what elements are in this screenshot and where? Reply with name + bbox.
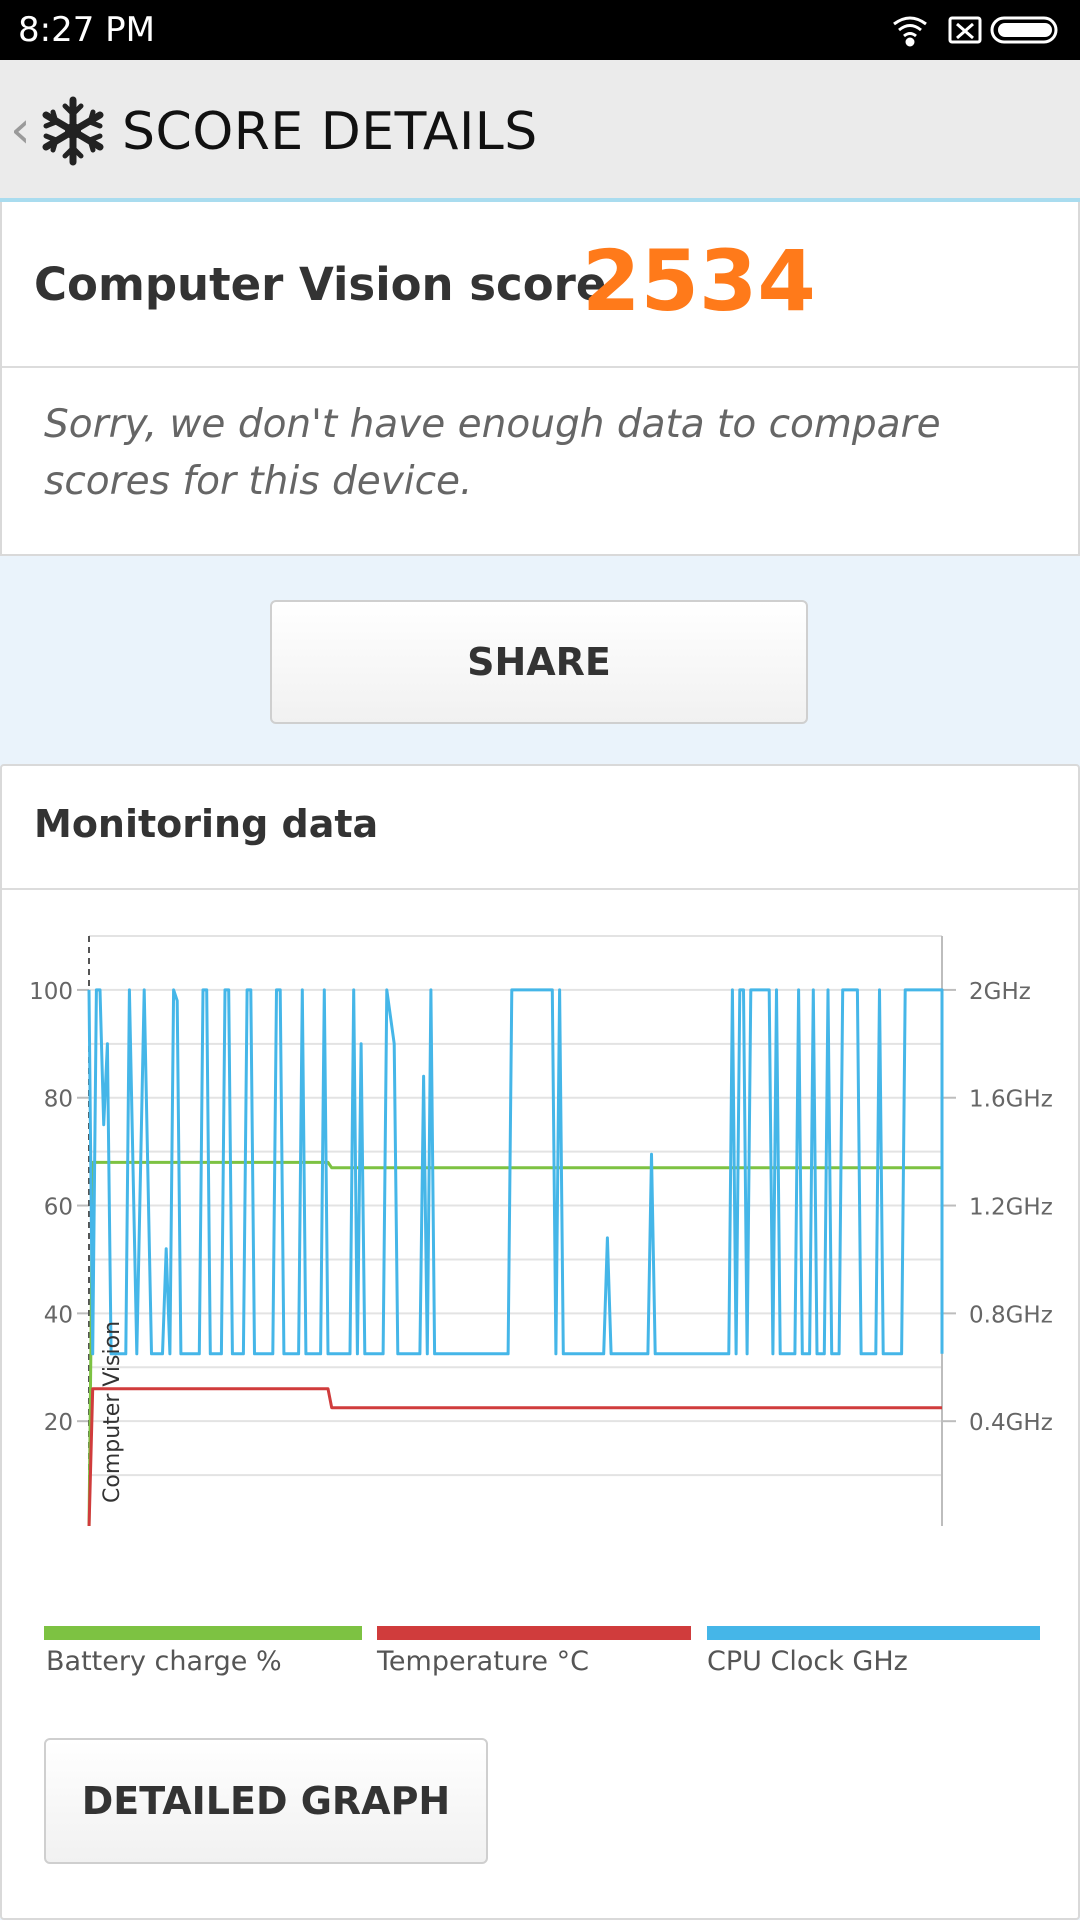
share-button[interactable]: SHARE [270,600,808,724]
legend-label-cpu: CPU Clock GHz [707,1646,908,1677]
status-bar: 8:27 PM [0,0,1080,60]
right-tick-label: 0.4GHz [969,1410,1053,1436]
page-title: SCORE DETAILS [122,102,538,162]
left-tick-label: 40 [44,1302,73,1328]
right-tick-label: 2GHz [969,979,1031,1005]
left-tick-label: 60 [44,1195,73,1221]
battery-line [87,1160,942,1526]
legend-label-battery: Battery charge % [46,1646,282,1677]
legend-swatch-battery [44,1626,362,1640]
score-value: 2534 [582,232,816,330]
monitoring-title: Monitoring data [34,802,379,846]
legend-swatch-temperature [377,1626,691,1640]
right-tick-label: 1.2GHz [969,1195,1053,1221]
left-tick-label: 100 [29,979,73,1005]
score-card: Computer Vision score 2534 Sorry, we don… [0,202,1080,556]
app-bar: ‹ SCORE DETAILS [0,60,1080,202]
score-row: Computer Vision score 2534 [2,202,1078,368]
left-tick-label: 80 [44,1087,73,1113]
battery-icon [990,16,1058,44]
monitoring-chart: 100806040202GHz1.6GHz1.2GHz0.8GHz0.4GHz0… [29,935,1053,1526]
monitoring-header: Monitoring data [2,766,1078,890]
left-tick-label: 20 [44,1410,73,1436]
temperature-line [87,1387,942,1526]
status-icons [893,16,1058,47]
comparison-notice: Sorry, we don't have enough data to comp… [44,402,941,504]
right-tick-label: 1.6GHz [969,1087,1053,1113]
detailed-graph-button[interactable]: DETAILED GRAPH [44,1738,488,1864]
status-time: 8:27 PM [18,10,155,50]
wifi-icon [893,16,927,47]
marker-label: Computer Vision [100,1321,125,1503]
legend-label-temperature: Temperature °C [377,1646,589,1677]
legend-swatch-cpu [707,1626,1040,1640]
back-chevron-icon[interactable]: ‹ [10,100,31,160]
score-label: Computer Vision score [34,258,607,311]
sim-missing-icon [948,16,982,44]
right-tick-label: 0.8GHz [969,1302,1053,1328]
snowflake-icon [42,96,104,166]
